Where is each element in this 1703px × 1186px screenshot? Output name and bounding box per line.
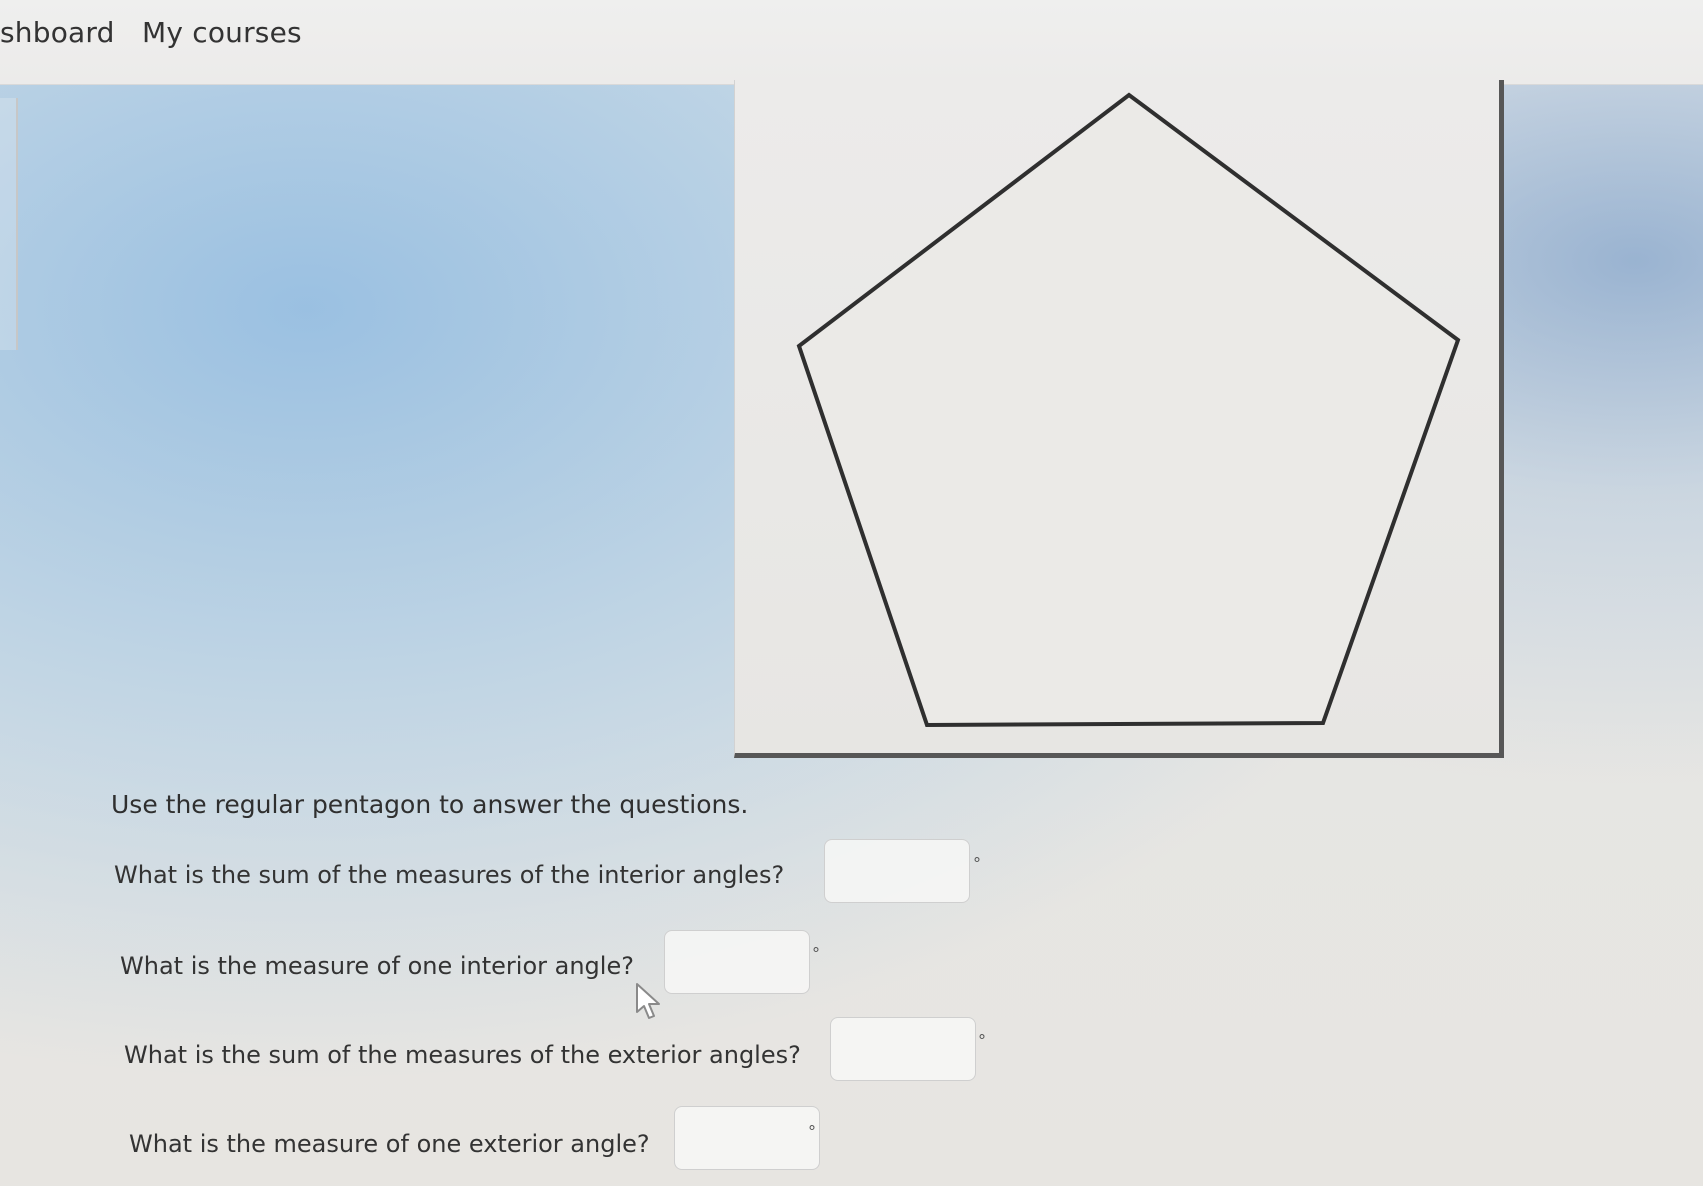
pentagon-figure-frame (734, 80, 1504, 758)
question-one-exterior-angle: What is the measure of one exterior angl… (129, 1130, 650, 1158)
one-exterior-angle-input[interactable] (674, 1106, 820, 1170)
degree-symbol: ° (812, 944, 820, 963)
question-sum-exterior-angles: What is the sum of the measures of the e… (124, 1041, 801, 1069)
left-panel-edge (0, 98, 18, 350)
degree-symbol: ° (808, 1122, 816, 1141)
sum-exterior-angles-input[interactable] (830, 1017, 976, 1081)
one-interior-angle-input[interactable] (664, 930, 810, 994)
nav-my-courses-link[interactable]: My courses (142, 16, 302, 49)
degree-symbol: ° (978, 1031, 986, 1050)
question-sum-interior-angles: What is the sum of the measures of the i… (114, 861, 785, 889)
regular-pentagon-shape (796, 92, 1461, 728)
regular-pentagon-figure (796, 92, 1461, 728)
top-navigation-bar: shboard My courses (0, 0, 1703, 85)
mouse-pointer-icon (636, 983, 660, 1019)
nav-dashboard-link[interactable]: shboard (0, 16, 115, 49)
degree-symbol: ° (973, 854, 981, 873)
instructions-text: Use the regular pentagon to answer the q… (111, 790, 749, 819)
question-one-interior-angle: What is the measure of one interior angl… (120, 952, 634, 980)
sum-interior-angles-input[interactable] (824, 839, 970, 903)
